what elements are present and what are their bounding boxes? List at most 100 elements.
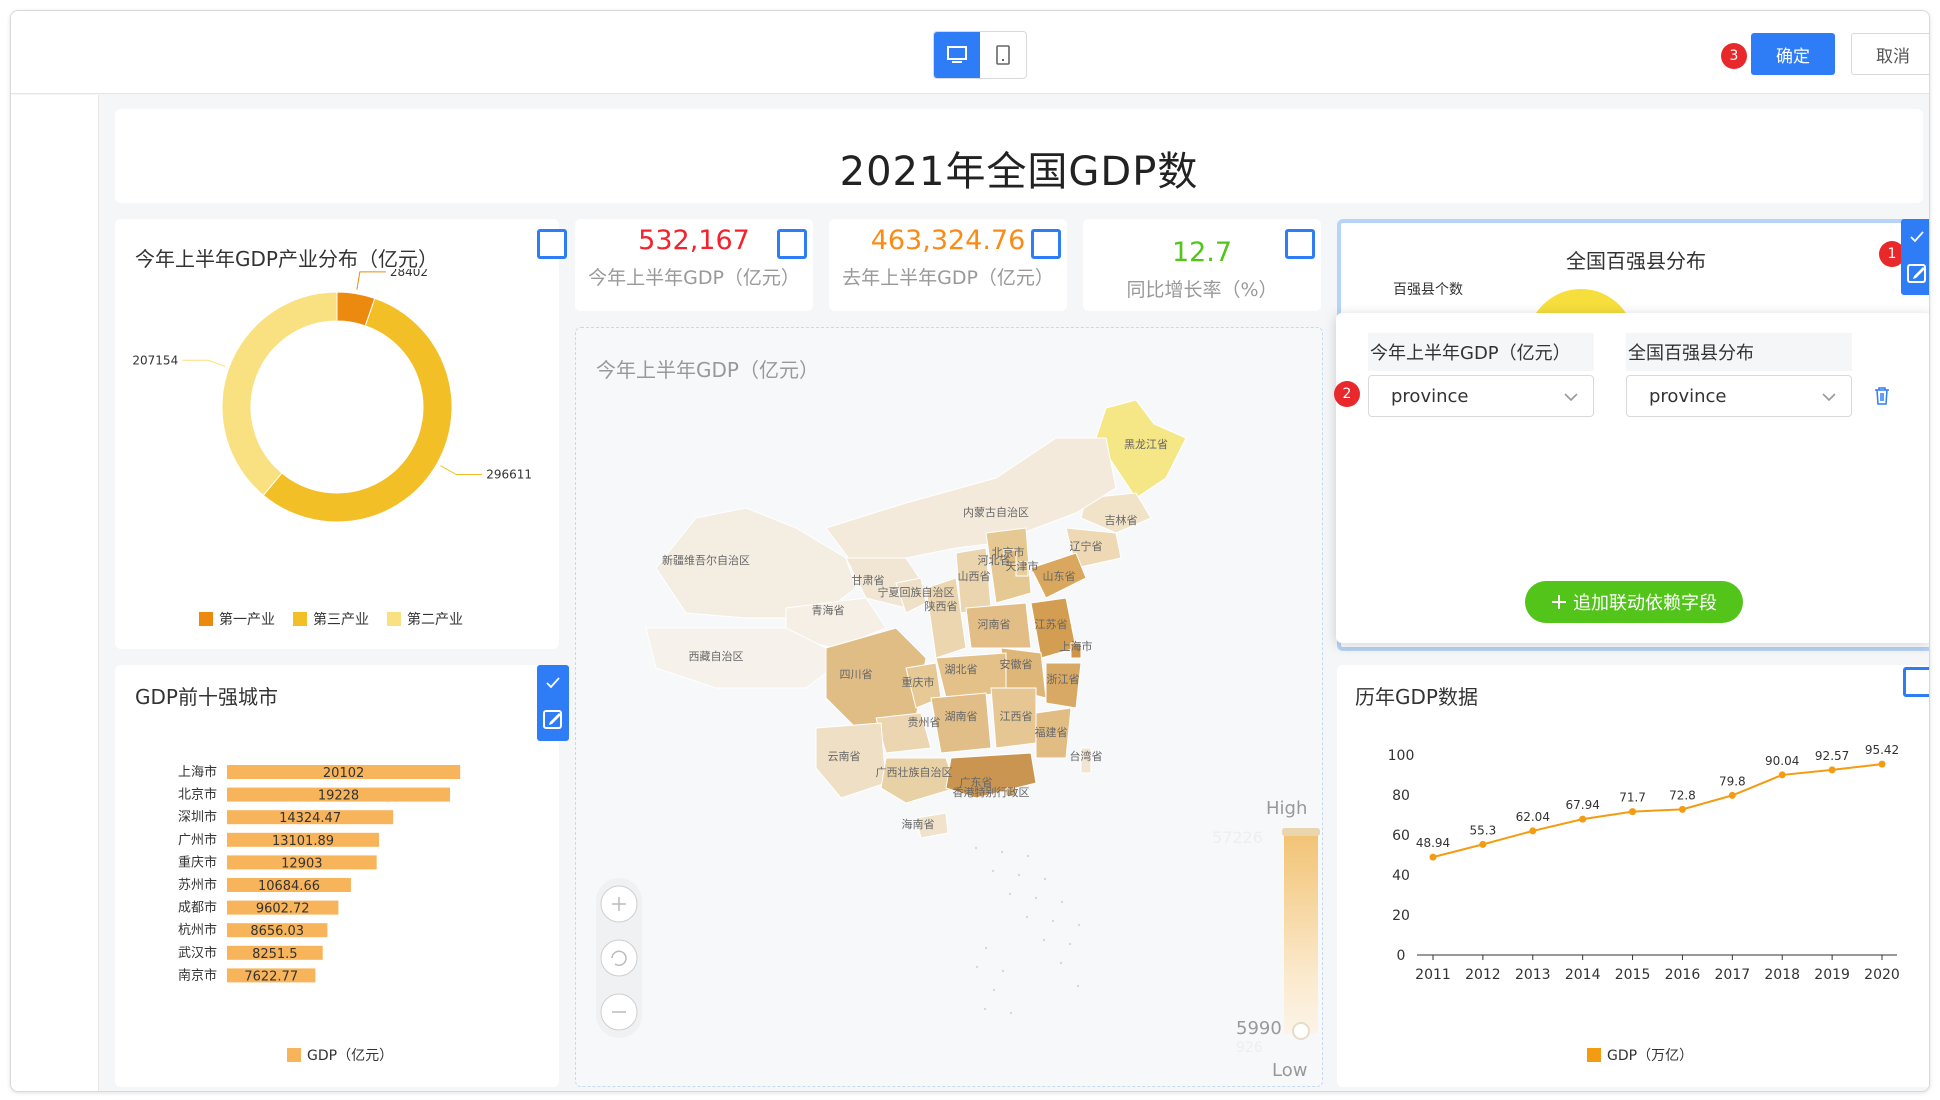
line-data-label: 72.8: [1669, 788, 1696, 802]
app-window: 3 确定 取消 2021年全国GDP数 今年上半年GDP产业分布（亿元） 284…: [10, 10, 1930, 1092]
check-button[interactable]: [537, 665, 569, 701]
visual-map-min-value: 5990: [1236, 1018, 1282, 1039]
south-sea-island: [974, 846, 978, 850]
south-sea-island: [991, 869, 995, 873]
line-data-label: 62.04: [1516, 810, 1550, 824]
x-tick-label: 2020: [1864, 967, 1900, 983]
check-button[interactable]: [1901, 219, 1929, 255]
select-kpi-checkbox[interactable]: [1031, 229, 1061, 259]
add-linkage-field-button[interactable]: 追加联动依赖字段: [1525, 581, 1743, 623]
bar-category-label: 苏州市: [178, 877, 217, 893]
linkage-field2-label: 全国百强县分布: [1626, 333, 1852, 371]
legend-swatch: [287, 1048, 301, 1062]
kpi-card-current-gdp[interactable]: 532,167 今年上半年GDP（亿元）: [575, 219, 813, 311]
south-sea-island: [1034, 896, 1038, 900]
pie-data-label: 28402: [390, 269, 428, 279]
province-label: 陕西省: [925, 599, 958, 613]
pie-label-line: [182, 359, 226, 367]
select-pie-card-checkbox[interactable]: [537, 229, 567, 259]
edit-icon: [1907, 264, 1926, 283]
bar-category-label: 杭州市: [178, 922, 217, 938]
linkage-field1-select[interactable]: province: [1368, 375, 1594, 417]
bar-category-label: 北京市: [178, 787, 217, 803]
visual-map-min-faded: 926: [1236, 1040, 1263, 1056]
line-data-label: 79.8: [1719, 774, 1746, 788]
province-label: 江西省: [1000, 710, 1033, 723]
visual-map-gradient-bar[interactable]: [1284, 834, 1318, 1034]
china-map-card[interactable]: 今年上半年GDP（亿元） 黑龙江省 吉林省 辽宁省 内蒙古自治区 新疆维吾尔自治区 甘肃省…: [575, 327, 1323, 1087]
south-sea-island: [984, 946, 988, 950]
south-sea-island: [1026, 854, 1030, 858]
gdp-history-card[interactable]: 历年GDP数据 0 20 40 60 80 100 2011 2012 2013 2014 2015…: [1337, 665, 1929, 1087]
province-label: 贵州省: [908, 716, 941, 729]
province-label: 福建省: [1035, 725, 1068, 739]
linkage-config-popover: 今年上半年GDP（亿元） 全国百强县分布 2 province province…: [1334, 313, 1929, 643]
bar-value-label: 9602.72: [256, 902, 310, 917]
step-badge-2: 2: [1334, 381, 1360, 407]
y-tick-label: 40: [1392, 868, 1410, 884]
kpi-card-last-year-gdp[interactable]: 463,324.76 去年上半年GDP（亿元）: [829, 219, 1067, 311]
line-legend: GDP（万亿）: [1587, 1045, 1693, 1065]
province-label: 云南省: [828, 750, 861, 763]
top10-cities-card[interactable]: GDP前十强城市 上海市 20102 北京市 19228 深圳市 14324.47 广州市 1…: [115, 665, 559, 1087]
line-point: [1678, 805, 1686, 813]
x-tick-label: 2012: [1465, 967, 1501, 983]
south-sea-island: [1043, 877, 1047, 881]
visual-map-top-handle[interactable]: [1282, 828, 1320, 836]
pie-chart-card[interactable]: 今年上半年GDP产业分布（亿元） 28402 296611 207154 第一产业 …: [115, 219, 567, 649]
province-label: 宁夏回族自治区: [878, 585, 955, 599]
legend-item[interactable]: 第三产业: [293, 609, 369, 629]
legend-label: GDP（万亿）: [1607, 1048, 1694, 1064]
visual-map-bottom-handle[interactable]: [1292, 1022, 1310, 1040]
line-data-label: 71.7: [1619, 791, 1646, 805]
linkage-field2-select[interactable]: province: [1626, 375, 1852, 417]
map-zoom-controls: [596, 878, 642, 1038]
south-sea-island: [983, 1007, 987, 1011]
province-label: 黑龙江省: [1124, 438, 1168, 451]
cancel-button[interactable]: 取消: [1851, 33, 1929, 75]
line-point: [1429, 853, 1437, 861]
south-sea-island: [1017, 873, 1021, 877]
edit-button[interactable]: [1901, 255, 1929, 291]
province-label: 重庆市: [902, 675, 935, 689]
line-data-label: 92.57: [1815, 749, 1849, 763]
line-data-label: 90.04: [1765, 754, 1799, 768]
pie-slice: [221, 291, 338, 496]
pie-label-line: [440, 465, 483, 476]
kpi-card-growth-rate[interactable]: 12.7 同比增长率（%）: [1083, 219, 1321, 311]
province-label: 北京市: [992, 545, 1025, 559]
select-kpi-checkbox[interactable]: [1285, 229, 1315, 259]
add-button-label: 追加联动依赖字段: [1573, 593, 1717, 614]
chevron-down-icon: [1822, 393, 1836, 402]
bar-card-actions: [537, 665, 569, 741]
delete-icon[interactable]: [1873, 386, 1891, 406]
south-sea-island: [1060, 900, 1064, 904]
legend-label: 第一产业: [219, 612, 275, 628]
legend-item[interactable]: 第二产业: [387, 609, 463, 629]
desktop-icon: [947, 46, 967, 63]
check-icon: [546, 677, 560, 689]
legend-item[interactable]: GDP（万亿）: [1587, 1045, 1693, 1065]
legend-item[interactable]: 第一产业: [199, 609, 275, 629]
pie-data-label: 207154: [132, 353, 178, 367]
pie-label-line: [356, 271, 386, 290]
desktop-view-button[interactable]: [934, 32, 980, 78]
province-label: 西藏自治区: [689, 649, 744, 663]
province-label: 山西省: [958, 570, 991, 583]
select-kpi-checkbox[interactable]: [777, 229, 807, 259]
mobile-view-button[interactable]: [980, 32, 1026, 78]
pie-legend: 第一产业 第三产业 第二产业: [199, 609, 463, 629]
edit-button[interactable]: [537, 701, 569, 737]
bar-category-label: 成都市: [178, 900, 217, 916]
province-label: 台湾省: [1070, 749, 1103, 763]
line-data-label: 95.42: [1865, 743, 1899, 757]
linkage-field1-label: 今年上半年GDP（亿元）: [1368, 333, 1594, 371]
legend-item[interactable]: GDP（亿元）: [287, 1045, 393, 1065]
legend-swatch: [1587, 1048, 1601, 1062]
confirm-button[interactable]: 确定: [1751, 33, 1835, 75]
pie-chart: 28402 296611 207154: [132, 269, 532, 523]
visual-map-high-label: High: [1266, 798, 1308, 819]
province-label: 四川省: [840, 668, 873, 681]
south-sea-island: [975, 965, 979, 969]
check-icon: [1910, 231, 1924, 243]
